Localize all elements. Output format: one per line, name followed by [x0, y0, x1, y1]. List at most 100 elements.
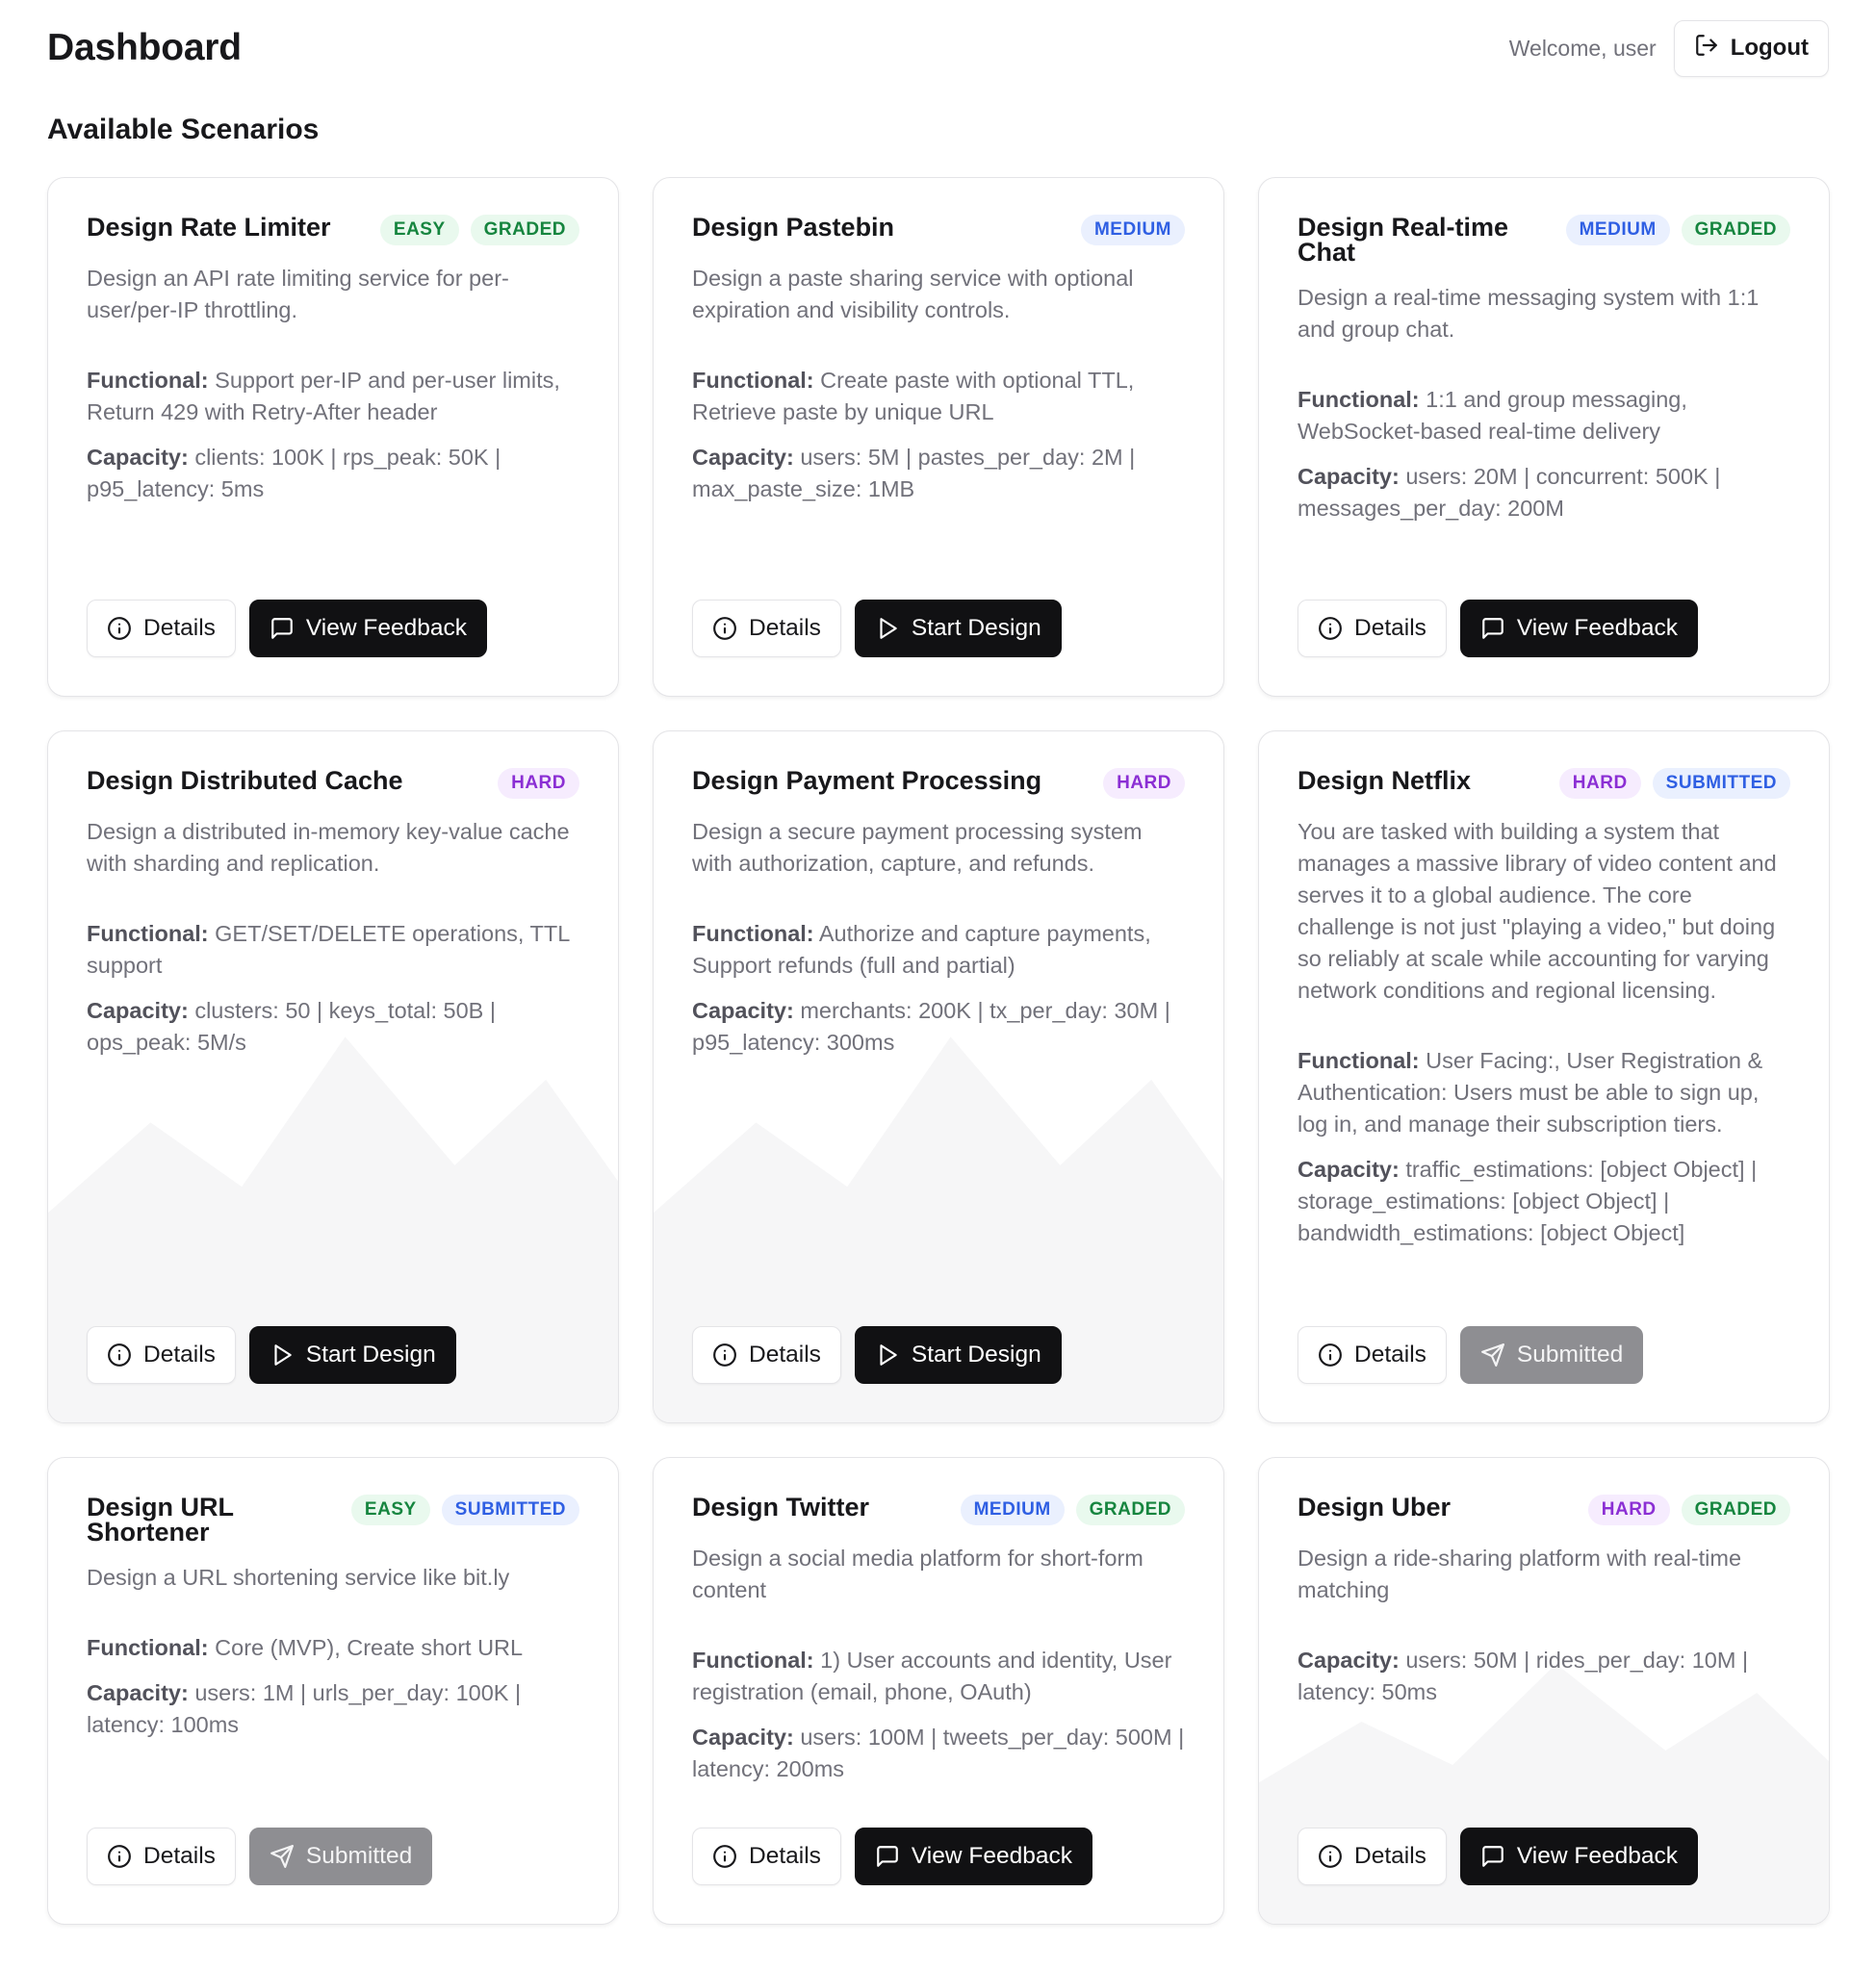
details-label: Details	[143, 1342, 216, 1368]
view-feedback-button[interactable]: View Feedback	[1459, 600, 1698, 657]
card-header: Design URL Shortener EASY SUBMITTED	[87, 1493, 579, 1547]
scenario-card: Design Real-time Chat MEDIUM GRADED Design …	[1258, 177, 1830, 697]
card-badges: HARD	[498, 768, 579, 799]
capacity-label: Capacity:	[1298, 464, 1400, 489]
start-design-button[interactable]: Start Design	[248, 1326, 456, 1384]
capacity-requirements: Capacity: users: 50M | rides_per_day: 10…	[1298, 1645, 1790, 1708]
card-badges: EASY SUBMITTED	[350, 1495, 579, 1525]
details-label: Details	[1354, 1843, 1426, 1869]
card-badges: MEDIUM GRADED	[960, 1495, 1185, 1525]
status-badge: HARD	[498, 768, 579, 799]
details-button[interactable]: Details	[692, 1326, 841, 1384]
submitted-button: Submitted	[248, 1828, 433, 1885]
functional-label: Functional:	[1298, 387, 1420, 412]
scenario-card: Design Distributed Cache HARD Design a dis…	[47, 730, 619, 1423]
capacity-label: Capacity:	[87, 998, 189, 1023]
details-label: Details	[1354, 615, 1426, 641]
start-design-button[interactable]: Start Design	[854, 1326, 1062, 1384]
functional-requirements: Functional: 1:1 and group messaging, Web…	[1298, 384, 1790, 448]
info-icon	[712, 616, 737, 641]
start-design-button[interactable]: Start Design	[854, 600, 1062, 657]
details-button[interactable]: Details	[1298, 1828, 1447, 1885]
send-icon	[1480, 1342, 1505, 1368]
card-header: Design Rate Limiter EASY GRADED	[87, 215, 579, 245]
details-button[interactable]: Details	[87, 1828, 236, 1885]
card-header: Design Real-time Chat MEDIUM GRADED	[1298, 215, 1790, 266]
capacity-label: Capacity:	[692, 445, 794, 470]
capacity-label: Capacity:	[87, 445, 189, 470]
scenario-card: Design URL Shortener EASY SUBMITTED Design …	[47, 1457, 619, 1925]
status-badge: GRADED	[1681, 1495, 1790, 1525]
functional-requirements: Functional: Core (MVP), Create short URL	[87, 1632, 579, 1664]
section-title: Available Scenarios	[47, 114, 320, 145]
info-icon	[107, 1844, 132, 1869]
card-badges: HARD	[1103, 768, 1185, 799]
play-icon	[875, 1342, 900, 1368]
logout-button[interactable]: Logout	[1673, 19, 1829, 77]
message-icon	[1480, 1844, 1505, 1869]
functional-requirements: Functional: Authorize and capture paymen…	[692, 918, 1185, 982]
functional-label: Functional:	[692, 921, 814, 946]
submitted-label: Submitted	[305, 1843, 413, 1869]
capacity-requirements: Capacity: users: 5M | pastes_per_day: 2M…	[692, 442, 1185, 505]
card-description: Design a distributed in-memory key-value…	[87, 819, 570, 876]
play-icon	[875, 616, 900, 641]
details-button[interactable]: Details	[1298, 600, 1447, 657]
card-header: Design Pastebin MEDIUM	[692, 215, 1185, 245]
message-icon	[1480, 616, 1505, 641]
functional-requirements: Functional: 1) User accounts and identit…	[692, 1645, 1185, 1708]
card-actions: Details Submitted	[1298, 1326, 1790, 1384]
functional-label: Functional:	[87, 1635, 209, 1660]
details-button[interactable]: Details	[1298, 1326, 1447, 1384]
status-badge: HARD	[1103, 768, 1185, 799]
card-title: Design URL Shortener	[87, 1493, 234, 1547]
view-feedback-button[interactable]: View Feedback	[1459, 1828, 1698, 1885]
functional-requirements: Functional: Create paste with optional T…	[692, 365, 1185, 428]
functional-label: Functional:	[87, 368, 209, 393]
details-label: Details	[143, 615, 216, 641]
submitted-label: Submitted	[1516, 1342, 1624, 1368]
capacity-requirements: Capacity: users: 1M | urls_per_day: 100K…	[87, 1677, 579, 1741]
details-button[interactable]: Details	[692, 1828, 841, 1885]
capacity-requirements: Capacity: clients: 100K | rps_peak: 50K …	[87, 442, 579, 505]
status-badge: HARD	[1558, 768, 1641, 799]
card-actions: Details Start Design	[692, 1326, 1185, 1384]
card-description: Design a secure payment processing syste…	[692, 819, 1143, 876]
status-badge: MEDIUM	[1080, 215, 1185, 245]
functional-label: Functional:	[1298, 1048, 1420, 1073]
card-actions: Details View Feedback	[1298, 600, 1790, 657]
start-design-label: Start Design	[911, 1342, 1041, 1368]
view-feedback-button[interactable]: View Feedback	[248, 600, 487, 657]
scenario-card: Design Rate Limiter EASY GRADED Design an A…	[47, 177, 619, 697]
scenario-card: Design Payment Processing HARD Design a se…	[653, 730, 1224, 1423]
card-description: Design a paste sharing service with opti…	[692, 266, 1134, 322]
capacity-label: Capacity:	[692, 1725, 794, 1750]
info-icon	[712, 1844, 737, 1869]
card-title: Design Twitter	[692, 1493, 870, 1522]
card-title: Design Rate Limiter	[87, 213, 331, 242]
card-actions: Details Submitted	[87, 1828, 579, 1885]
card-actions: Details Start Design	[692, 600, 1185, 657]
view-feedback-label: View Feedback	[1516, 615, 1678, 641]
scenario-card: Design Netflix HARD SUBMITTED You are taske…	[1258, 730, 1830, 1423]
details-button[interactable]: Details	[87, 600, 236, 657]
details-label: Details	[749, 615, 821, 641]
functional-label: Functional:	[692, 1648, 814, 1673]
capacity-requirements: Capacity: users: 20M | concurrent: 500K …	[1298, 461, 1790, 524]
details-button[interactable]: Details	[692, 600, 841, 657]
view-feedback-label: View Feedback	[305, 615, 467, 641]
top-bar: Dashboard Welcome, user Logout	[47, 0, 1829, 96]
view-feedback-button[interactable]: View Feedback	[854, 1828, 1092, 1885]
card-description: Design a URL shortening service like bit…	[87, 1565, 510, 1590]
info-icon	[1318, 616, 1343, 641]
capacity-requirements: Capacity: clusters: 50 | keys_total: 50B…	[87, 995, 579, 1059]
dashboard-page: Dashboard Welcome, user Logout Available…	[0, 0, 1876, 1925]
details-button[interactable]: Details	[87, 1326, 236, 1384]
card-header: Design Distributed Cache HARD	[87, 768, 579, 799]
logout-label: Logout	[1730, 35, 1809, 61]
capacity-label: Capacity:	[692, 998, 794, 1023]
card-badges: MEDIUM	[1080, 215, 1185, 245]
card-description: Design a social media platform for short…	[692, 1546, 1144, 1602]
card-description: Design an API rate limiting service for …	[87, 266, 509, 322]
status-badge: EASY	[350, 1495, 430, 1525]
